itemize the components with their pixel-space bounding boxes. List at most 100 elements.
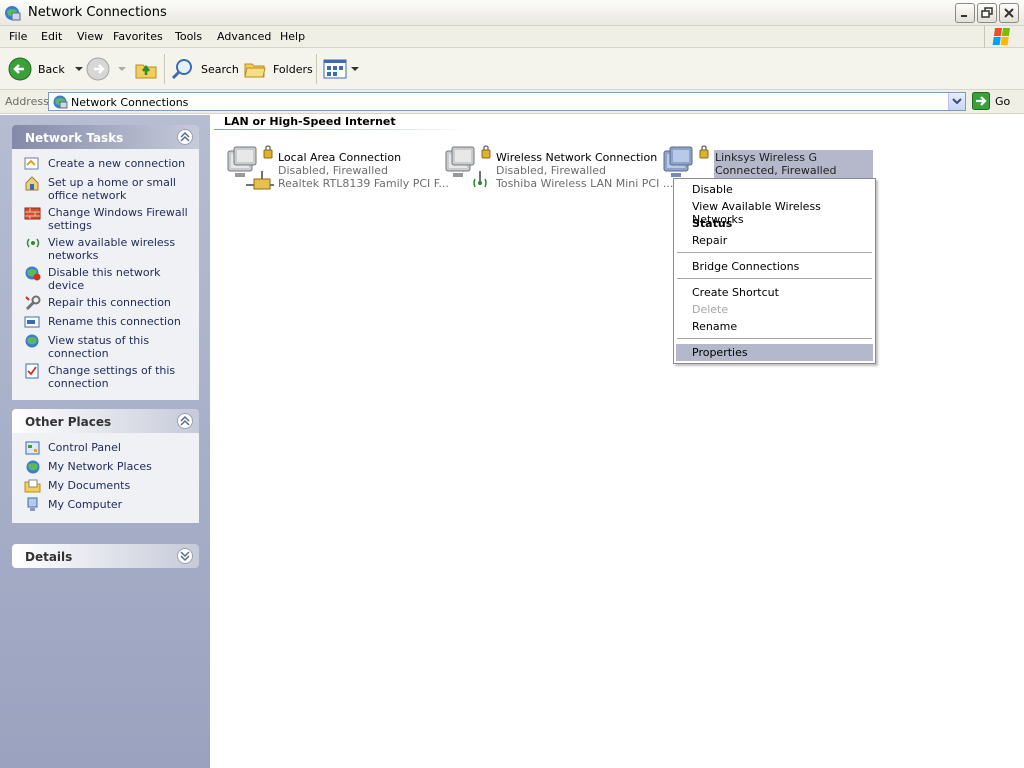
search-label: Search: [201, 62, 239, 76]
chevron-down-icon: [952, 98, 962, 105]
place-my-documents[interactable]: My Documents: [12, 477, 199, 496]
menu-properties[interactable]: Properties: [692, 346, 748, 359]
menu-file[interactable]: File: [9, 30, 27, 43]
other-places-list: Control Panel My Network Places My Docum…: [12, 433, 199, 523]
close-button[interactable]: [999, 3, 1019, 23]
status-globe-icon: [25, 334, 39, 348]
collapse-icon[interactable]: [177, 413, 193, 429]
views-button[interactable]: [323, 54, 360, 84]
other-places-header[interactable]: Other Places: [12, 409, 199, 433]
menu-separator: [677, 278, 872, 279]
task-change-settings[interactable]: Change settings of this connection: [12, 362, 199, 392]
task-rename-connection[interactable]: Rename this connection: [12, 313, 199, 332]
repair-wrench-icon: [25, 295, 41, 311]
task-label: Disable this network device: [48, 266, 161, 292]
folders-button[interactable]: Folders: [243, 54, 313, 84]
window-title: Network Connections: [28, 5, 167, 20]
address-bar: Address Network Connections Go: [0, 90, 1024, 114]
connection-status: Disabled, Firewalled: [278, 164, 389, 177]
go-label: Go: [995, 94, 1011, 108]
menu-repair[interactable]: Repair: [692, 234, 727, 247]
network-tasks-header[interactable]: Network Tasks: [12, 125, 199, 149]
connection-name: Local Area Connection: [278, 151, 402, 164]
place-my-network-places[interactable]: My Network Places: [12, 458, 199, 477]
forward-button[interactable]: [86, 54, 128, 84]
connection-status: Disabled, Firewalled: [496, 164, 607, 177]
network-connections-icon: [52, 94, 68, 113]
chevron-down-icon[interactable]: [116, 64, 128, 74]
menu-disable[interactable]: Disable: [692, 183, 733, 196]
task-label: Change Windows Firewall settings: [48, 206, 188, 232]
place-my-computer[interactable]: My Computer: [12, 496, 199, 515]
back-arrow-icon: [8, 57, 32, 81]
up-folder-button[interactable]: [134, 54, 158, 84]
expand-icon[interactable]: [177, 548, 193, 564]
details-panel: Details: [12, 544, 199, 568]
task-view-status[interactable]: View status of this connection: [12, 332, 199, 362]
wired-connection-icon: [227, 145, 274, 190]
menu-bridge-connections[interactable]: Bridge Connections: [692, 260, 799, 273]
details-title: Details: [25, 550, 73, 564]
task-view-wireless[interactable]: View available wireless networks: [12, 234, 199, 264]
forward-arrow-icon: [86, 57, 110, 81]
context-menu: Disable View Available Wireless Networks…: [673, 178, 876, 364]
task-home-network[interactable]: Set up a home or small office network: [12, 174, 199, 204]
place-label: My Documents: [48, 479, 131, 492]
group-title: LAN or High-Speed Internet: [224, 115, 396, 128]
task-repair-connection[interactable]: Repair this connection: [12, 294, 199, 313]
connection-name: Linksys Wireless G: [715, 151, 818, 164]
task-label: Change settings of this connection: [48, 364, 176, 390]
title-bar: Network Connections: [0, 0, 1024, 26]
folders-icon: [244, 63, 266, 78]
new-connection-icon: [24, 157, 39, 170]
menu-view[interactable]: View: [77, 30, 103, 43]
address-input[interactable]: Network Connections: [48, 92, 966, 111]
menu-help[interactable]: Help: [280, 30, 305, 43]
network-tasks-panel: Network Tasks Create a new connection Se…: [12, 125, 199, 400]
connection-local-area[interactable]: Local Area Connection Disabled, Firewall…: [224, 145, 449, 195]
folders-label: Folders: [273, 62, 313, 76]
chevron-down-icon[interactable]: [73, 64, 85, 74]
content-area: LAN or High-Speed Internet Local Area Co…: [210, 115, 1024, 768]
task-label: Repair this connection: [48, 296, 171, 309]
control-panel-icon: [25, 441, 40, 455]
minimize-button[interactable]: [955, 3, 975, 23]
network-places-icon: [26, 460, 40, 474]
up-folder-icon: [135, 64, 157, 79]
other-places-title: Other Places: [25, 415, 112, 429]
menu-separator: [677, 338, 872, 339]
restore-button[interactable]: [977, 3, 997, 23]
menu-rename[interactable]: Rename: [692, 320, 737, 333]
task-disable-device[interactable]: Disable this network device: [12, 264, 199, 294]
windows-logo-icon: [984, 26, 1018, 48]
firewall-icon: [24, 207, 41, 220]
selected-connection-label[interactable]: Linksys Wireless G Connected, Firewalled: [714, 150, 873, 178]
network-tasks-title: Network Tasks: [25, 131, 124, 145]
network-connections-icon: [3, 4, 21, 25]
task-label: View status of this connection: [48, 334, 150, 360]
menu-edit[interactable]: Edit: [41, 30, 62, 43]
back-button[interactable]: Back: [8, 54, 85, 84]
menu-tools[interactable]: Tools: [175, 30, 202, 43]
menu-create-shortcut[interactable]: Create Shortcut: [692, 286, 779, 299]
place-label: Control Panel: [48, 441, 121, 454]
connection-wireless-network[interactable]: Wireless Network Connection Disabled, Fi…: [442, 145, 673, 195]
task-firewall-settings[interactable]: Change Windows Firewall settings: [12, 204, 199, 234]
address-dropdown-button[interactable]: [948, 93, 965, 110]
go-arrow-icon: [972, 92, 990, 110]
disable-device-icon: [25, 266, 41, 281]
go-button[interactable]: Go: [972, 92, 1010, 110]
menu-status[interactable]: Status: [692, 217, 732, 230]
menu-bar: File Edit View Favorites Tools Advanced …: [0, 26, 1024, 48]
connection-device: Toshiba Wireless LAN Mini PCI ...: [496, 177, 674, 190]
details-header[interactable]: Details: [12, 544, 199, 568]
place-control-panel[interactable]: Control Panel: [12, 439, 199, 458]
address-value: Network Connections: [71, 96, 189, 109]
task-create-connection[interactable]: Create a new connection: [12, 155, 199, 174]
network-tasks-list: Create a new connection Set up a home or…: [12, 149, 199, 400]
collapse-icon[interactable]: [177, 129, 193, 145]
menu-favorites[interactable]: Favorites: [113, 30, 163, 43]
search-button[interactable]: Search: [171, 54, 239, 84]
settings-checklist-icon: [25, 363, 39, 379]
menu-advanced[interactable]: Advanced: [217, 30, 271, 43]
